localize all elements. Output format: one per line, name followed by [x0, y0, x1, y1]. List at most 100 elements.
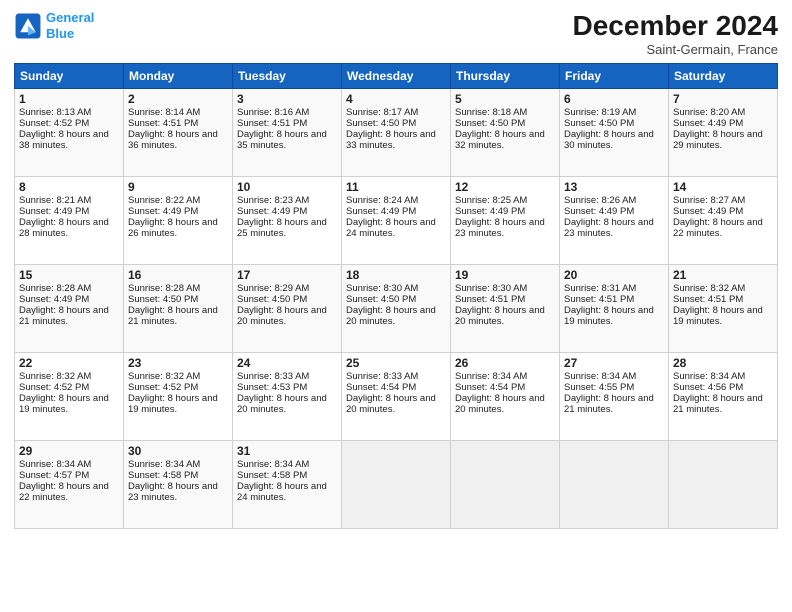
day-number: 18: [346, 268, 446, 282]
daylight: Daylight: 8 hours and 19 minutes.: [673, 305, 763, 327]
sunrise: Sunrise: 8:22 AM: [128, 195, 200, 206]
location: Saint-Germain, France: [573, 42, 778, 57]
daylight: Daylight: 8 hours and 22 minutes.: [673, 217, 763, 239]
daylight: Daylight: 8 hours and 35 minutes.: [237, 129, 327, 151]
day-number: 31: [237, 444, 337, 458]
day-number: 1: [19, 92, 119, 106]
day-number: 22: [19, 356, 119, 370]
sunset: Sunset: 4:53 PM: [237, 382, 307, 393]
calendar-cell: [669, 441, 778, 529]
day-number: 24: [237, 356, 337, 370]
sunset: Sunset: 4:49 PM: [673, 206, 743, 217]
sunset: Sunset: 4:49 PM: [455, 206, 525, 217]
day-number: 12: [455, 180, 555, 194]
header-tuesday: Tuesday: [233, 64, 342, 89]
sunrise: Sunrise: 8:34 AM: [564, 371, 636, 382]
sunrise: Sunrise: 8:29 AM: [237, 283, 309, 294]
calendar-cell: 18Sunrise: 8:30 AMSunset: 4:50 PMDayligh…: [342, 265, 451, 353]
daylight: Daylight: 8 hours and 30 minutes.: [564, 129, 654, 151]
logo-text: General Blue: [46, 10, 94, 41]
day-number: 7: [673, 92, 773, 106]
calendar-cell: 19Sunrise: 8:30 AMSunset: 4:51 PMDayligh…: [451, 265, 560, 353]
sunrise: Sunrise: 8:24 AM: [346, 195, 418, 206]
daylight: Daylight: 8 hours and 21 minutes.: [128, 305, 218, 327]
calendar-cell: [342, 441, 451, 529]
calendar-cell: 17Sunrise: 8:29 AMSunset: 4:50 PMDayligh…: [233, 265, 342, 353]
sunrise: Sunrise: 8:33 AM: [237, 371, 309, 382]
sunset: Sunset: 4:50 PM: [455, 118, 525, 129]
calendar-cell: 14Sunrise: 8:27 AMSunset: 4:49 PMDayligh…: [669, 177, 778, 265]
sunset: Sunset: 4:50 PM: [564, 118, 634, 129]
header-sunday: Sunday: [15, 64, 124, 89]
daylight: Daylight: 8 hours and 21 minutes.: [564, 393, 654, 415]
day-number: 3: [237, 92, 337, 106]
sunrise: Sunrise: 8:34 AM: [673, 371, 745, 382]
sunrise: Sunrise: 8:27 AM: [673, 195, 745, 206]
day-number: 30: [128, 444, 228, 458]
sunset: Sunset: 4:52 PM: [19, 118, 89, 129]
sunset: Sunset: 4:51 PM: [455, 294, 525, 305]
daylight: Daylight: 8 hours and 29 minutes.: [673, 129, 763, 151]
day-number: 11: [346, 180, 446, 194]
sunset: Sunset: 4:49 PM: [346, 206, 416, 217]
calendar-cell: 12Sunrise: 8:25 AMSunset: 4:49 PMDayligh…: [451, 177, 560, 265]
sunrise: Sunrise: 8:18 AM: [455, 107, 527, 118]
calendar-week-row: 1Sunrise: 8:13 AMSunset: 4:52 PM Daylight…: [15, 89, 778, 177]
calendar-cell: 28Sunrise: 8:34 AMSunset: 4:56 PMDayligh…: [669, 353, 778, 441]
sunrise: Sunrise: 8:33 AM: [346, 371, 418, 382]
header: General Blue December 2024 Saint-Germain…: [14, 10, 778, 57]
sunset: Sunset: 4:51 PM: [673, 294, 743, 305]
day-number: 5: [455, 92, 555, 106]
calendar-cell: 31Sunrise: 8:34 AMSunset: 4:58 PMDayligh…: [233, 441, 342, 529]
calendar-cell: 26Sunrise: 8:34 AMSunset: 4:54 PMDayligh…: [451, 353, 560, 441]
daylight: Daylight: 8 hours and 20 minutes.: [455, 305, 545, 327]
sunrise: Sunrise: 8:26 AM: [564, 195, 636, 206]
day-number: 15: [19, 268, 119, 282]
sunset: Sunset: 4:57 PM: [19, 470, 89, 481]
calendar: Sunday Monday Tuesday Wednesday Thursday…: [14, 63, 778, 529]
sunrise: Sunrise: 8:31 AM: [564, 283, 636, 294]
header-thursday: Thursday: [451, 64, 560, 89]
sunset: Sunset: 4:52 PM: [128, 382, 198, 393]
sunset: Sunset: 4:54 PM: [346, 382, 416, 393]
daylight: Daylight: 8 hours and 21 minutes.: [19, 305, 109, 327]
logo-icon: [14, 12, 42, 40]
calendar-cell: 20Sunrise: 8:31 AMSunset: 4:51 PMDayligh…: [560, 265, 669, 353]
day-number: 17: [237, 268, 337, 282]
sunrise: Sunrise: 8:34 AM: [455, 371, 527, 382]
calendar-cell: 22Sunrise: 8:32 AMSunset: 4:52 PMDayligh…: [15, 353, 124, 441]
header-monday: Monday: [124, 64, 233, 89]
calendar-week-row: 8Sunrise: 8:21 AMSunset: 4:49 PMDaylight…: [15, 177, 778, 265]
calendar-cell: [451, 441, 560, 529]
daylight: Daylight: 8 hours and 32 minutes.: [455, 129, 545, 151]
daylight: Daylight: 8 hours and 23 minutes.: [128, 481, 218, 503]
calendar-cell: 8Sunrise: 8:21 AMSunset: 4:49 PMDaylight…: [15, 177, 124, 265]
day-number: 4: [346, 92, 446, 106]
sunrise: Sunrise: 8:13 AM: [19, 107, 91, 118]
sunset: Sunset: 4:49 PM: [673, 118, 743, 129]
daylight: Daylight: 8 hours and 33 minutes.: [346, 129, 436, 151]
calendar-cell: 11Sunrise: 8:24 AMSunset: 4:49 PMDayligh…: [342, 177, 451, 265]
calendar-cell: 21Sunrise: 8:32 AMSunset: 4:51 PMDayligh…: [669, 265, 778, 353]
sunset: Sunset: 4:51 PM: [237, 118, 307, 129]
calendar-cell: 27Sunrise: 8:34 AMSunset: 4:55 PMDayligh…: [560, 353, 669, 441]
sunset: Sunset: 4:50 PM: [128, 294, 198, 305]
sunrise: Sunrise: 8:30 AM: [346, 283, 418, 294]
calendar-week-row: 15Sunrise: 8:28 AMSunset: 4:49 PMDayligh…: [15, 265, 778, 353]
daylight: Daylight: 8 hours and 24 minutes.: [346, 217, 436, 239]
calendar-cell: 1Sunrise: 8:13 AMSunset: 4:52 PMDaylight…: [15, 89, 124, 177]
calendar-week-row: 22Sunrise: 8:32 AMSunset: 4:52 PMDayligh…: [15, 353, 778, 441]
sunset: Sunset: 4:56 PM: [673, 382, 743, 393]
sunrise: Sunrise: 8:32 AM: [128, 371, 200, 382]
day-number: 9: [128, 180, 228, 194]
title-block: December 2024 Saint-Germain, France: [573, 10, 778, 57]
day-number: 13: [564, 180, 664, 194]
calendar-cell: 6Sunrise: 8:19 AMSunset: 4:50 PMDaylight…: [560, 89, 669, 177]
daylight: Daylight: 8 hours and 19 minutes.: [128, 393, 218, 415]
daylight: Daylight: 8 hours and 24 minutes.: [237, 481, 327, 503]
daylight: Daylight: 8 hours and 22 minutes.: [19, 481, 109, 503]
calendar-cell: 25Sunrise: 8:33 AMSunset: 4:54 PMDayligh…: [342, 353, 451, 441]
day-number: 10: [237, 180, 337, 194]
sunset: Sunset: 4:50 PM: [346, 294, 416, 305]
calendar-cell: 10Sunrise: 8:23 AMSunset: 4:49 PMDayligh…: [233, 177, 342, 265]
